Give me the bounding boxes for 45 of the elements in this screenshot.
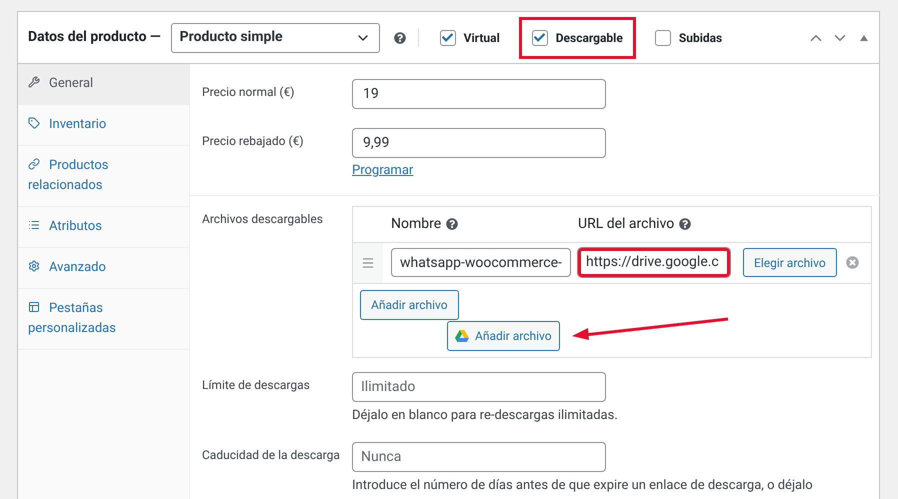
checkbox[interactable] [532,30,548,46]
tag-icon [28,117,40,129]
text-input[interactable]: Nunca [352,442,606,472]
help-icon [446,218,458,230]
drive-add-file-button[interactable]: Añadir archivo [447,320,560,350]
help-icon [394,32,406,44]
help-text: Déjalo en blanco para re-descargas ilimitadas. [352,406,618,424]
link-icon [28,158,40,170]
choose-file-button[interactable]: Elegir archivo [743,248,837,277]
help-icon [679,218,692,230]
checkbox-label: Subidas [678,30,722,46]
sidebar-tab[interactable]: Atributos [18,207,189,248]
field-label: Caducidad de la descarga [202,447,341,464]
sidebar-tab[interactable]: Productos relacionados [18,146,189,207]
file-url-field[interactable]: https://drive.google.c [578,248,730,277]
field-label: Precio rebajado (€) [202,133,305,150]
checkbox-label: Descargable [556,30,623,46]
remove-icon[interactable] [846,256,859,269]
field-label: Archivos descargables [202,210,324,228]
file-name-input[interactable]: whatsapp-woocommerce- [391,248,571,277]
wrench-icon [28,76,40,88]
checkbox-label: Virtual [464,30,500,46]
sidebar-tab[interactable]: Inventario [18,105,189,146]
panel-title: Datos del producto — [28,28,161,47]
checkbox[interactable] [654,30,671,46]
add-file-button[interactable]: Añadir archivo [360,290,459,320]
collapse-icon[interactable] [859,34,869,42]
checkbox[interactable] [440,30,456,46]
sidebar-tab[interactable]: Avanzado [18,248,189,289]
drive-logo-icon [455,330,469,342]
column-header: Nombre [391,214,442,234]
column-header: URL del archivo [578,214,674,234]
sidebar-tab[interactable]: General [18,64,189,105]
product-type-select[interactable]: Producto simple [170,22,380,52]
text-input[interactable]: Ilimitado [352,372,606,402]
sidebar-tab[interactable]: Pestañas personalizadas [18,289,189,350]
price-input[interactable]: 19 [352,79,606,109]
settings-icon [28,260,40,272]
drag-handle-icon[interactable] [361,256,375,270]
price-input[interactable]: 9,99 [352,128,606,158]
panels-icon [28,301,40,313]
field-label: Precio normal (€) [202,84,296,101]
schedule-link[interactable]: Programar [352,161,606,180]
field-label: Límite de descargas [202,376,311,394]
help-text: Introduce el número de días antes de que expire un enlace de descarga, o déjalo [352,477,813,495]
